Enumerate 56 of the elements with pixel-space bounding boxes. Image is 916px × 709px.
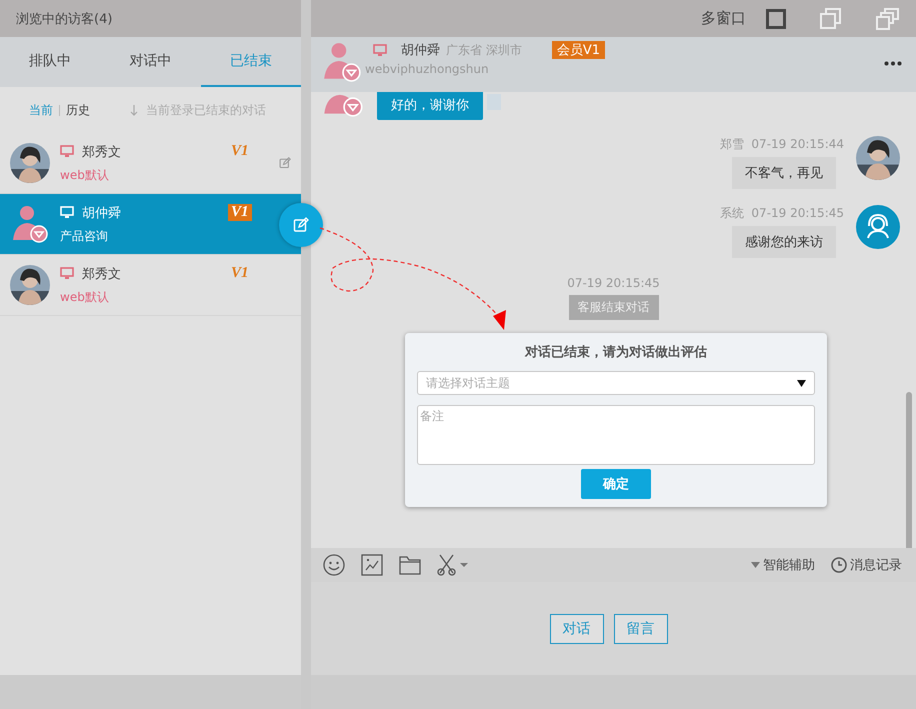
caret-icon [751,562,760,568]
monitor-icon [60,267,74,280]
visitor-row[interactable]: 郑秀文 web默认 V1 [0,255,301,316]
visitor-source: web默认 [60,288,110,306]
monitor-icon [60,145,74,158]
visitor-avatar-icon [321,41,363,83]
monitor-icon [373,44,387,56]
agent-message: 感谢您的来访 [732,226,836,258]
folder-icon[interactable] [399,555,421,575]
action-button[interactable]: 留言 [614,614,668,644]
history-link[interactable]: 消息记录 [831,556,902,574]
member-label: 会员V1 [552,41,605,59]
image-icon[interactable] [361,554,383,576]
level-label: V1 [230,265,250,282]
message-time: 07-19 20:15:45 [567,276,660,290]
message-meta: 郑雪 07-19 20:15:44 [720,136,844,153]
down-arrow-icon [130,104,138,116]
confirm-button[interactable]: 确定 [581,469,651,499]
monitor-icon [60,206,74,219]
note-field[interactable]: 备注 [417,405,815,465]
tab[interactable]: 对话中 [100,37,201,87]
maximize-icon[interactable] [766,8,786,28]
multi-window-label[interactable]: 多窗口 [701,9,746,28]
topic-select[interactable]: 请选择对话主题 [417,371,815,395]
visitor-message: 好的，谢谢你 [377,92,483,120]
emoji-icon[interactable] [323,554,345,576]
tab[interactable]: 排队中 [0,37,100,87]
assist-menu[interactable]: 智能辅助 [751,556,815,574]
visitor-name: 郑秀文 [82,266,121,282]
scrollbar-thumb[interactable] [906,392,912,548]
headset-avatar-icon [856,205,900,249]
level-label: V1 [230,143,250,160]
dialog-title: 对话已结束，请为对话做出评估 [525,344,707,361]
scissors-icon[interactable] [437,554,469,576]
visitor-location: 广东省 深圳市 [446,42,522,58]
dropdown-caret-icon [797,380,806,386]
visitor-source: 产品咨询 [60,228,109,244]
filter-link[interactable]: 当前 [29,102,53,118]
visitor-name: 胡仲舜 [82,204,121,222]
panel-title: 浏览中的访客(4) [16,10,112,28]
visitor-source: web默认 [60,166,110,184]
visitor-name: 胡仲舜 [401,42,440,59]
edit-icon[interactable] [293,217,309,233]
level-label: V1 [228,204,252,221]
visitor-row[interactable]: 胡仲舜 产品咨询 V1 [0,194,301,255]
visitor-avatar-icon [10,204,50,244]
message-meta: 系统 07-19 20:15:45 [720,205,844,222]
filter-link[interactable]: 历史 [66,102,90,118]
action-button[interactable]: 对话 [550,614,604,644]
agent-message: 不客气，再见 [732,157,836,189]
edit-icon[interactable] [279,157,291,169]
visitor-account: webviphuzhongshun [365,62,490,76]
visitor-name: 郑秀文 [82,144,121,160]
clock-icon [831,557,847,573]
system-notice: 客服结束对话 [568,295,658,320]
more-icon[interactable] [884,61,902,66]
